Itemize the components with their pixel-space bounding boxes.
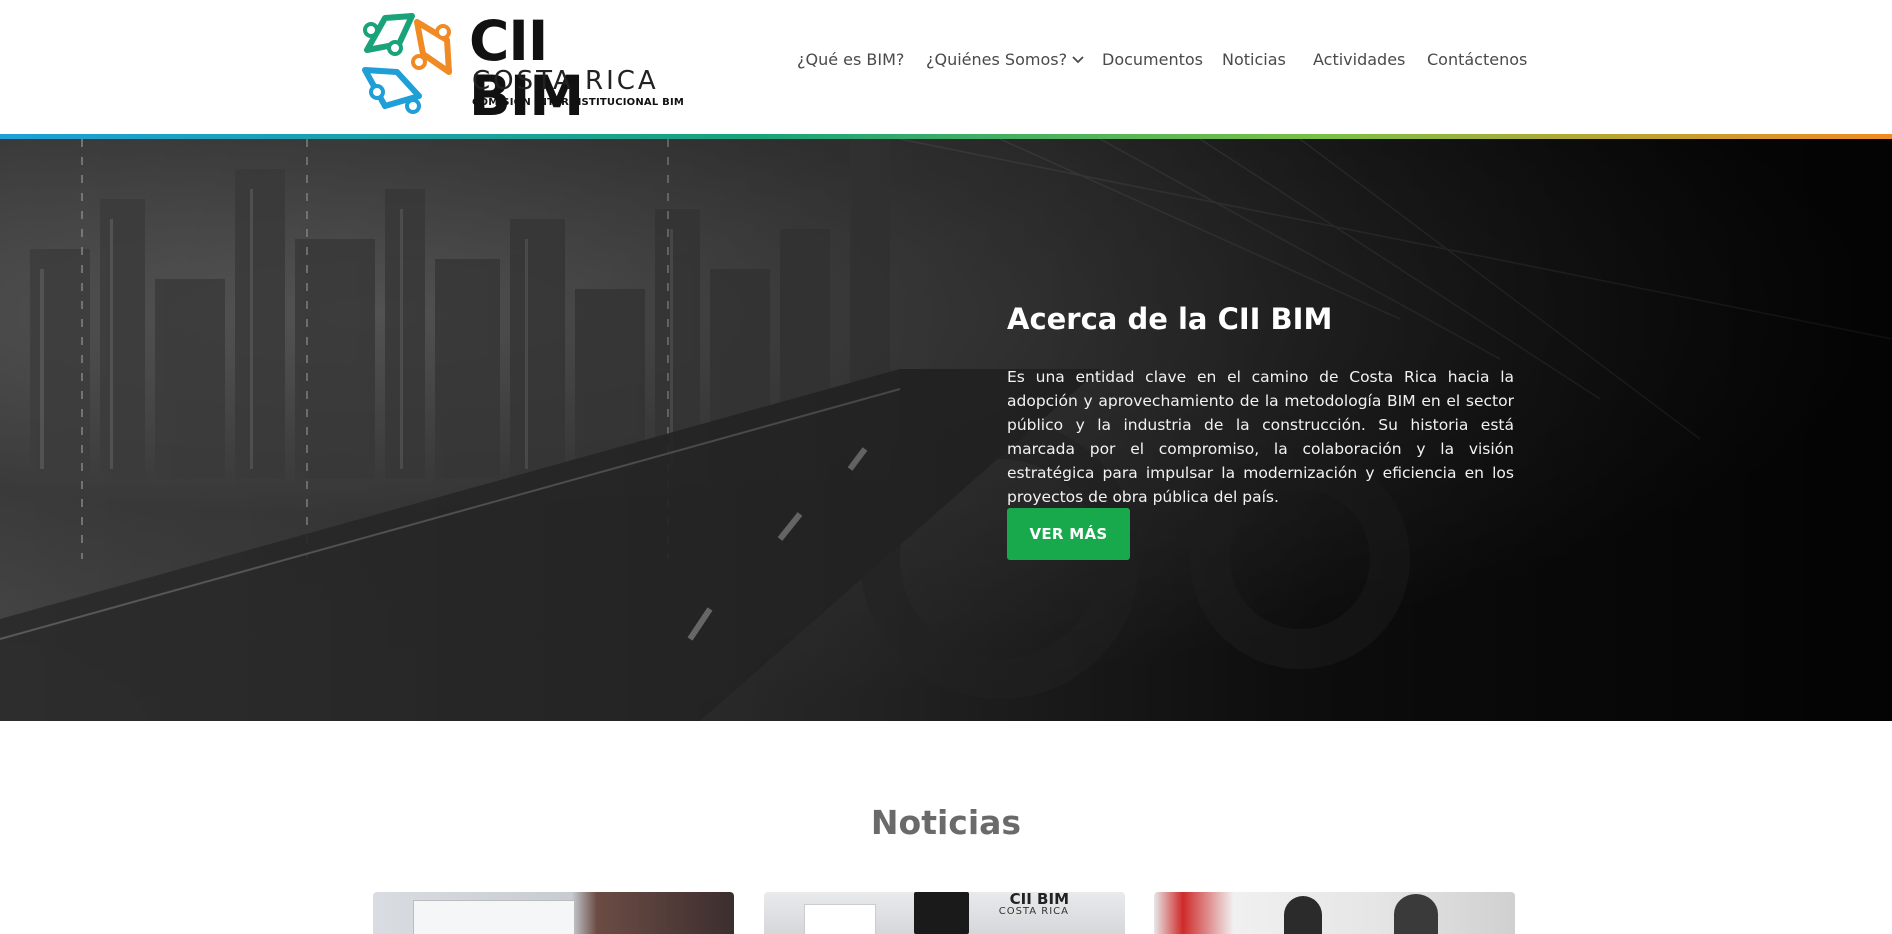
nav-item-label: Contáctenos	[1427, 50, 1528, 69]
nav-item-actividades[interactable]: Actividades	[1313, 50, 1405, 69]
news-card-logo-title: CII BIM	[1009, 892, 1069, 908]
news-card[interactable]	[1154, 892, 1515, 934]
logo-tagline: COMISIÓN INTERINSTITUCIONAL BIM	[472, 97, 685, 108]
nav-item-que-es-bim[interactable]: ¿Qué es BIM?	[797, 50, 904, 69]
news-card-image	[1284, 896, 1322, 934]
hero-section: Acerca de la CII BIM Es una entidad clav…	[0, 139, 1892, 721]
nav-item-contactenos[interactable]: Contáctenos	[1427, 50, 1527, 69]
hero-description: Es una entidad clave en el camino de Cos…	[1007, 368, 1514, 506]
news-card-image	[804, 904, 876, 934]
nav-item-label: Noticias	[1222, 50, 1286, 69]
ver-mas-button[interactable]: VER MÁS	[1007, 508, 1130, 560]
nav-item-label: ¿Qué es BIM?	[797, 50, 905, 69]
hero-title: Acerca de la CII BIM	[1007, 302, 1333, 336]
news-card[interactable]: CII BIM COSTA RICA	[764, 892, 1125, 934]
news-card-image	[1394, 894, 1438, 934]
main-nav: ¿Qué es BIM? ¿Quiénes Somos? Documentos …	[0, 50, 1892, 72]
news-card-image	[914, 892, 969, 934]
news-card-image	[413, 900, 575, 934]
city-background-image	[0, 139, 1892, 721]
news-card[interactable]	[373, 892, 734, 934]
nav-item-noticias[interactable]: Noticias	[1222, 50, 1286, 69]
nav-item-label: Documentos	[1102, 50, 1204, 69]
nav-item-label: ¿Quiénes Somos?	[926, 50, 1068, 69]
site-header: CII BIM COSTA RICA COMISIÓN INTERINSTITU…	[0, 0, 1892, 135]
news-card-logo-subtitle: COSTA RICA	[998, 906, 1069, 917]
nav-item-quienes-somos[interactable]: ¿Quiénes Somos?	[926, 50, 1085, 69]
nav-item-label: Actividades	[1313, 50, 1406, 69]
news-section-title: Noticias	[870, 803, 1022, 842]
chevron-down-icon	[1072, 55, 1084, 63]
nav-item-documentos[interactable]: Documentos	[1102, 50, 1203, 69]
